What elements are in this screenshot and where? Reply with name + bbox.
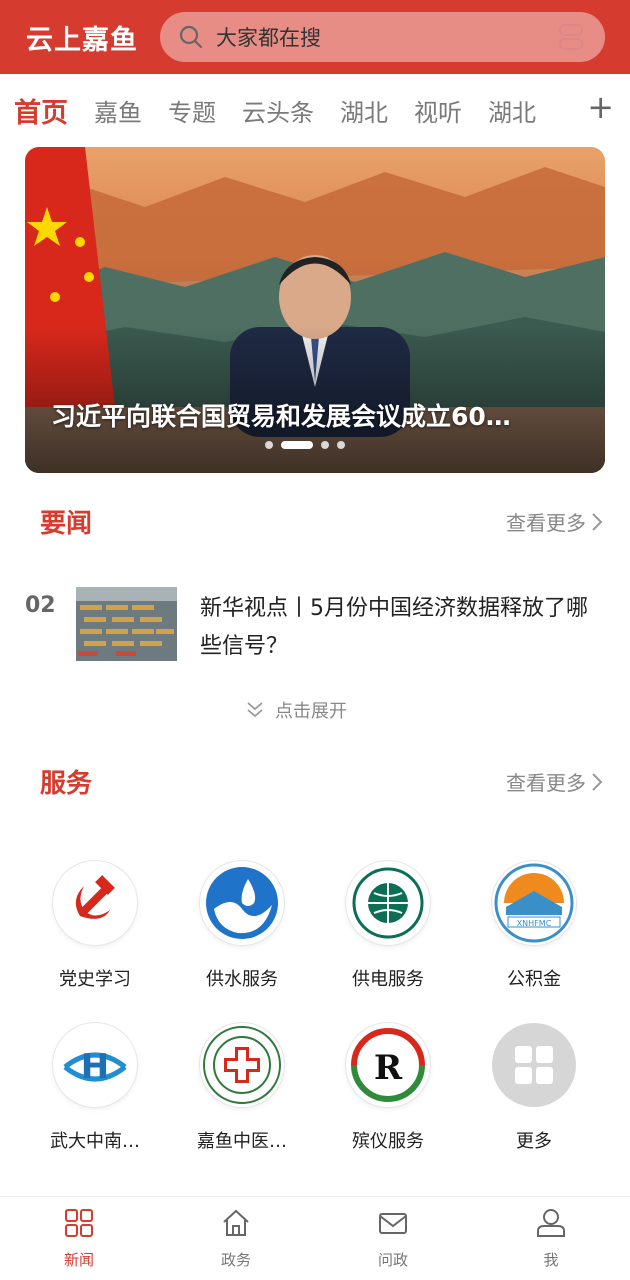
carousel-dot xyxy=(337,441,345,449)
service-whu-zhongnan[interactable]: H 武大中南… xyxy=(30,1023,160,1153)
service-more[interactable]: 更多 xyxy=(469,1023,599,1153)
state-grid-icon xyxy=(346,861,430,945)
news-title[interactable]: 新华视点丨5月份中国经济数据释放了哪些信号？ xyxy=(200,590,600,666)
service-label: 武大中南… xyxy=(50,1131,140,1152)
svg-text:XNHFMC: XNHFMC xyxy=(517,919,552,928)
nav-label: 问政 xyxy=(377,1251,408,1269)
hospital-h-icon: H xyxy=(53,1023,137,1107)
service-funeral[interactable]: R 殡仪服务 xyxy=(323,1023,453,1153)
banner-caption: 习近平向联合国贸易和发展会议成立60… xyxy=(51,402,511,431)
tab-home[interactable]: 首页 xyxy=(14,91,68,130)
service-label: 党史学习 xyxy=(59,969,131,990)
news-rank: 02 xyxy=(25,593,56,618)
chevron-right-icon xyxy=(592,772,603,791)
carousel-dot xyxy=(321,441,329,449)
expand-button[interactable]: 点击展开 xyxy=(245,697,347,723)
services-title: 服务 xyxy=(40,769,93,799)
services-more-link[interactable]: 查看更多 xyxy=(506,767,604,796)
chevron-right-icon xyxy=(592,512,603,531)
grid-more-icon xyxy=(492,1023,576,1107)
app-header: 云上嘉鱼 大家都在搜 xyxy=(0,0,630,74)
nav-inquiry[interactable]: 问政 xyxy=(343,1207,443,1270)
nav-news[interactable]: 新闻 xyxy=(29,1207,129,1270)
service-housing-fund[interactable]: XNHFMC 公积金 xyxy=(469,861,599,991)
services-more-label: 查看更多 xyxy=(506,771,586,795)
tab-jiayu[interactable]: 嘉鱼 xyxy=(94,93,142,128)
water-drop-icon xyxy=(200,861,284,945)
service-label: 更多 xyxy=(516,1131,552,1152)
service-water[interactable]: 供水服务 xyxy=(177,861,307,991)
mail-icon xyxy=(379,1213,407,1234)
tab-hubei-2[interactable]: 湖北 xyxy=(488,93,536,128)
svg-text:R: R xyxy=(374,1048,403,1088)
app-title: 云上嘉鱼 xyxy=(26,24,138,56)
service-tcm-hospital[interactable]: 嘉鱼中医… xyxy=(177,1023,307,1153)
search-icon xyxy=(179,25,203,49)
bottom-navigation: 新闻 政务 问政 我 xyxy=(0,1196,630,1280)
nav-label: 政务 xyxy=(220,1251,251,1269)
headlines-more-label: 查看更多 xyxy=(506,511,586,535)
tcm-hospital-icon xyxy=(200,1023,284,1107)
service-label: 供水服务 xyxy=(206,969,278,990)
search-bar[interactable]: 大家都在搜 xyxy=(160,12,605,62)
service-electricity[interactable]: 供电服务 xyxy=(323,861,453,991)
service-party-history[interactable]: 党史学习 xyxy=(30,861,160,991)
nav-label: 新闻 xyxy=(63,1251,94,1269)
service-label: 殡仪服务 xyxy=(352,1131,424,1152)
news-grid-icon xyxy=(65,1209,93,1237)
nav-label: 我 xyxy=(543,1251,559,1269)
carousel-dot xyxy=(265,441,273,449)
funeral-service-icon: R xyxy=(346,1023,430,1107)
tab-topics[interactable]: 专题 xyxy=(168,93,216,128)
tab-audio-video[interactable]: 视听 xyxy=(414,93,462,128)
headlines-title: 要闻 xyxy=(40,509,93,539)
service-label: 公积金 xyxy=(507,969,561,990)
banner-carousel[interactable]: 习近平向联合国贸易和发展会议成立60… xyxy=(25,147,605,473)
home-icon xyxy=(223,1209,249,1236)
carousel-dot-active xyxy=(281,441,313,449)
service-label: 供电服务 xyxy=(352,969,424,990)
chevron-double-down-icon xyxy=(247,702,263,718)
news-thumbnail[interactable] xyxy=(76,587,177,661)
housing-fund-icon: XNHFMC xyxy=(492,861,576,945)
tab-hubei[interactable]: 湖北 xyxy=(340,93,388,128)
search-placeholder: 大家都在搜 xyxy=(216,26,321,50)
svg-text:H: H xyxy=(81,1047,109,1087)
service-label: 嘉鱼中医… xyxy=(197,1131,287,1152)
tab-cloud-headlines[interactable]: 云头条 xyxy=(242,93,314,128)
nav-me[interactable]: 我 xyxy=(501,1207,601,1270)
carousel-dots xyxy=(265,441,353,449)
expand-label: 点击展开 xyxy=(275,701,347,722)
hammer-sickle-icon xyxy=(53,861,137,945)
channel-tabs: 首页 嘉鱼 专题 云头条 湖北 视听 湖北 + xyxy=(0,74,630,146)
add-channel-button[interactable]: + xyxy=(587,88,614,126)
headlines-more-link[interactable]: 查看更多 xyxy=(506,507,604,536)
scan-icon[interactable] xyxy=(557,23,585,51)
nav-government[interactable]: 政务 xyxy=(186,1207,286,1270)
user-icon xyxy=(537,1209,565,1237)
